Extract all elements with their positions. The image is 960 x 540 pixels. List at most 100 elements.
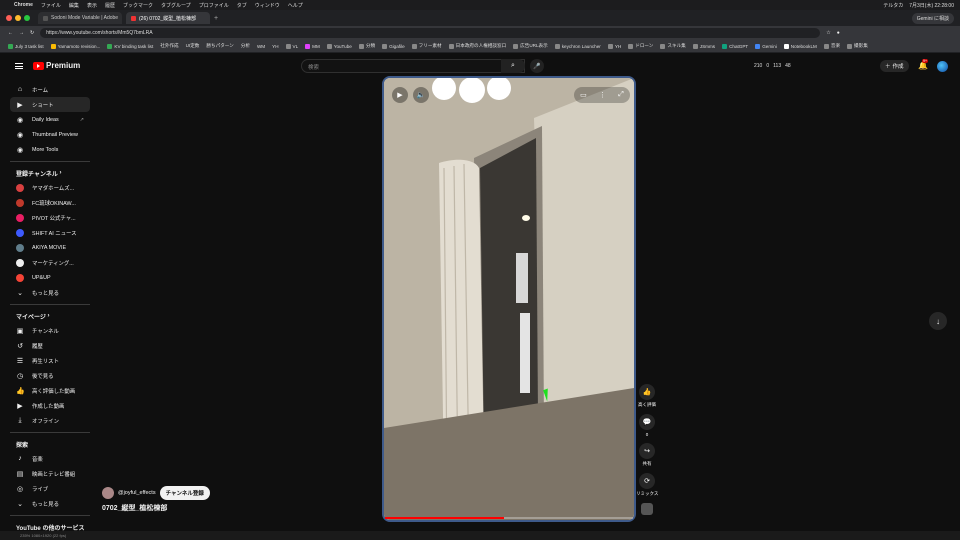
subscribe-button[interactable]: チャンネル登録 (159, 486, 210, 500)
reload-icon[interactable]: ↻ (30, 30, 34, 36)
new-tab-icon[interactable]: + (214, 15, 218, 22)
bookmark-item[interactable]: VL (285, 43, 298, 49)
bookmark-item[interactable]: 分類 (358, 43, 375, 49)
sidebar-item-shorts[interactable]: ▶ ショート (10, 97, 90, 112)
sidebar-sub-item[interactable]: FC琉球OKINAW... (10, 195, 90, 210)
mic-icon[interactable]: 🎤 (530, 59, 544, 73)
menu-view[interactable]: 表示 (87, 2, 97, 9)
sidebar-sub-item[interactable]: AKIYA MOVIE (10, 240, 90, 255)
bookmark-item[interactable]: 日本政府の人権相談窓口 (448, 43, 506, 49)
sidebar-sub-item[interactable]: PIVOT 公式チャ... (10, 210, 90, 225)
channel-handle[interactable]: @joyful_effects (118, 490, 156, 496)
bookmark-item[interactable]: 撮影集 (847, 43, 868, 49)
sidebar-item-live[interactable]: ◎ ライブ (10, 481, 90, 496)
create-button[interactable]: ＋作成 (880, 60, 909, 72)
avatar[interactable] (937, 61, 948, 72)
extension-stats[interactable]: 210 0 113 48 (754, 63, 791, 69)
address-field[interactable]: https://www.youtube.com/shorts/Mm5Q7bmLR… (40, 28, 821, 38)
share-button[interactable]: ↪ (639, 443, 655, 459)
like-button[interactable]: 👍 (639, 384, 655, 400)
tab-adobe[interactable]: Sodoni Mode Variable | Adobe (38, 12, 122, 24)
sidebar-explore-more[interactable]: ⌄ もっと見る (10, 496, 90, 511)
bookmark-item[interactable]: YH (607, 43, 621, 49)
more-icon[interactable]: ⋮ (599, 91, 606, 99)
bookmark-item[interactable]: 音楽 (823, 43, 840, 49)
profile-icon[interactable]: ● (837, 30, 840, 36)
sidebar-item-history[interactable]: ↺ 履歴 (10, 338, 90, 353)
sidebar-item-home[interactable]: ⌂ ホーム (10, 82, 90, 97)
zoom-window-button[interactable] (24, 15, 30, 21)
bookmark-star-icon[interactable]: ☆ (826, 30, 830, 36)
shorts-player[interactable] (382, 76, 636, 522)
sidebar-sub-item[interactable]: ヤマダホームズ... (10, 180, 90, 195)
bookmark-item[interactable]: NotebookLM (783, 43, 817, 49)
sidebar-sub-item[interactable]: SHIFT AI ニュース (10, 225, 90, 240)
menu-file[interactable]: ファイル (41, 2, 61, 9)
sidebar-show-more[interactable]: ⌄ もっと見る (10, 285, 90, 300)
back-icon[interactable]: ← (8, 30, 13, 36)
bookmark-item[interactable]: 社外作成 (160, 43, 178, 49)
comment-button[interactable]: 💬 (639, 414, 655, 430)
sidebar-item-more-tools[interactable]: ◉ More Tools (10, 142, 90, 157)
forward-icon[interactable]: → (19, 30, 24, 36)
menu-help[interactable]: ヘルプ (288, 2, 303, 9)
bookmark-item[interactable]: MM (305, 43, 320, 49)
search-icon[interactable]: ⌕ (501, 59, 525, 73)
bookmark-item[interactable]: スキル集 (660, 43, 686, 49)
next-short-button[interactable]: ↓ (929, 312, 947, 330)
short-title[interactable]: 0702_縦型_植松棟部 (102, 503, 167, 513)
sidebar-item-your-videos[interactable]: ▶ 作成した動画 (10, 398, 90, 413)
fullscreen-icon[interactable]: ⤢ (618, 91, 624, 99)
menu-tab[interactable]: タブ (237, 2, 247, 9)
menu-tabgroups[interactable]: タブグループ (161, 2, 191, 9)
volume-icon[interactable]: 🔈 (413, 87, 429, 103)
bookmark-item[interactable]: 勝ちパターン (206, 43, 233, 49)
sound-thumbnail[interactable] (641, 503, 653, 515)
bookmark-item[interactable]: YH (272, 44, 278, 49)
play-icon[interactable]: ▶ (392, 87, 408, 103)
search-input[interactable]: 検索 (301, 59, 525, 73)
close-window-button[interactable] (6, 15, 12, 21)
gemini-button[interactable]: Gemini に相談 (911, 12, 954, 24)
bookmark-item[interactable]: Gigafile (382, 43, 405, 49)
sidebar-item-movies[interactable]: ▤ 映画とテレビ番組 (10, 466, 90, 481)
sidebar-sub-item[interactable]: UP&UP (10, 270, 90, 285)
bookmark-item[interactable]: 広告URL表示 (513, 43, 548, 49)
minimize-window-button[interactable] (15, 15, 21, 21)
sidebar-item-watch-later[interactable]: ◷ 後で見る (10, 368, 90, 383)
mypage-heading[interactable]: マイページ › (10, 309, 90, 323)
bookmark-item[interactable]: Gemini (755, 43, 777, 49)
bookmark-item[interactable]: ドローン (628, 43, 653, 49)
bookmark-item[interactable]: keychron Launcher (554, 43, 601, 49)
sidebar-item-downloads[interactable]: ⤓ オフライン (10, 413, 90, 428)
app-menu[interactable]: Chrome (14, 2, 33, 8)
menu-history[interactable]: 履歴 (105, 2, 115, 9)
bookmark-item[interactable]: July 3 task list (8, 43, 44, 49)
remix-button[interactable]: ⟳ (639, 473, 655, 489)
sidebar-item-thumbnail-preview[interactable]: ◉ Thumbnail Preview (10, 127, 90, 142)
sidebar-item-liked[interactable]: 👍 高く評価した動画 (10, 383, 90, 398)
menu-bookmarks[interactable]: ブックマーク (123, 2, 153, 9)
bookmark-item[interactable]: Yamamoto revision... (50, 43, 100, 49)
bookmark-item[interactable]: ChatGPT (722, 43, 748, 49)
bookmark-item[interactable]: UI定数 (186, 43, 200, 49)
channel-avatar[interactable] (102, 487, 114, 499)
captions-icon[interactable]: ▭ (580, 91, 587, 99)
account-name[interactable]: テルタカ (883, 2, 903, 9)
bell-icon[interactable]: 🔔 9+ (918, 59, 928, 70)
bookmark-item[interactable]: JSmms (692, 43, 715, 49)
sidebar-item-playlists[interactable]: ☰ 再生リスト (10, 353, 90, 368)
sidebar-sub-item[interactable]: マーケティング... (10, 255, 90, 270)
sidebar-item-music[interactable]: ♪ 音楽 (10, 451, 90, 466)
bookmark-item[interactable]: WM (257, 44, 265, 49)
bookmark-item[interactable]: YouTube (326, 43, 352, 49)
sidebar-item-channel[interactable]: ▣ チャンネル (10, 323, 90, 338)
menu-profile[interactable]: プロファイル (199, 2, 229, 9)
progress-bar[interactable] (385, 517, 633, 519)
menu-window[interactable]: ウィンドウ (255, 2, 280, 9)
sidebar-item-daily-ideas[interactable]: ◉ Daily Ideas ↗ (10, 112, 90, 127)
menu-edit[interactable]: 編集 (69, 2, 79, 9)
menu-icon[interactable] (15, 63, 23, 69)
bookmark-item[interactable]: フリー素材 (411, 43, 442, 49)
bookmark-item[interactable]: 分析 (241, 43, 250, 49)
